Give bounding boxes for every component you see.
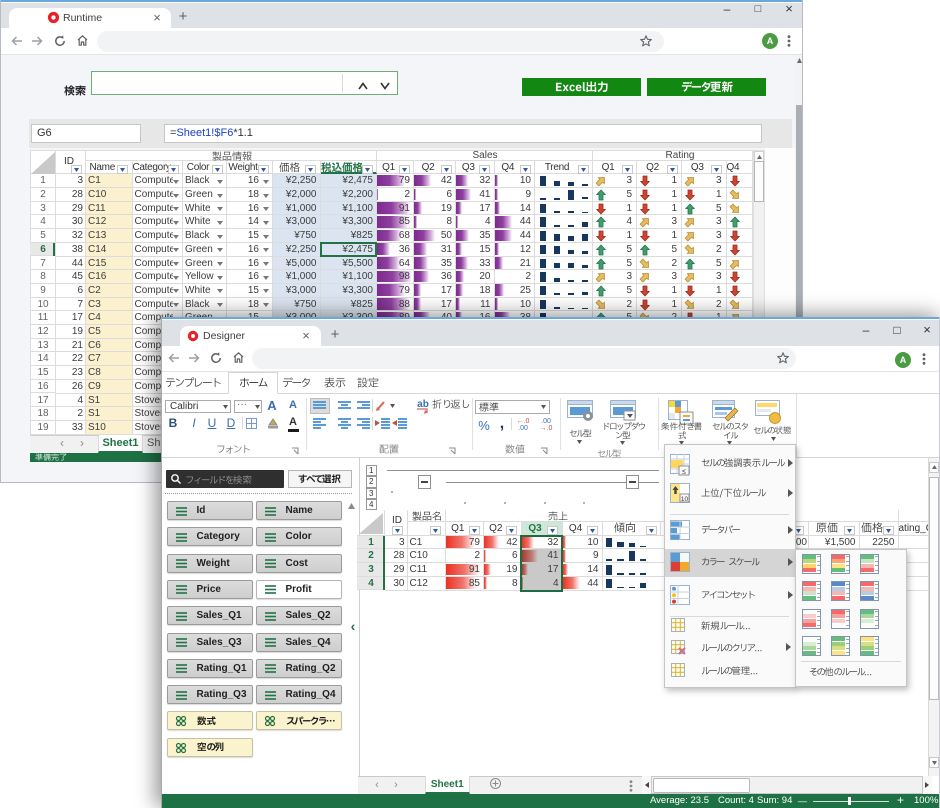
svg-text:≤: ≤	[682, 469, 686, 476]
svg-text:10: 10	[681, 496, 689, 503]
